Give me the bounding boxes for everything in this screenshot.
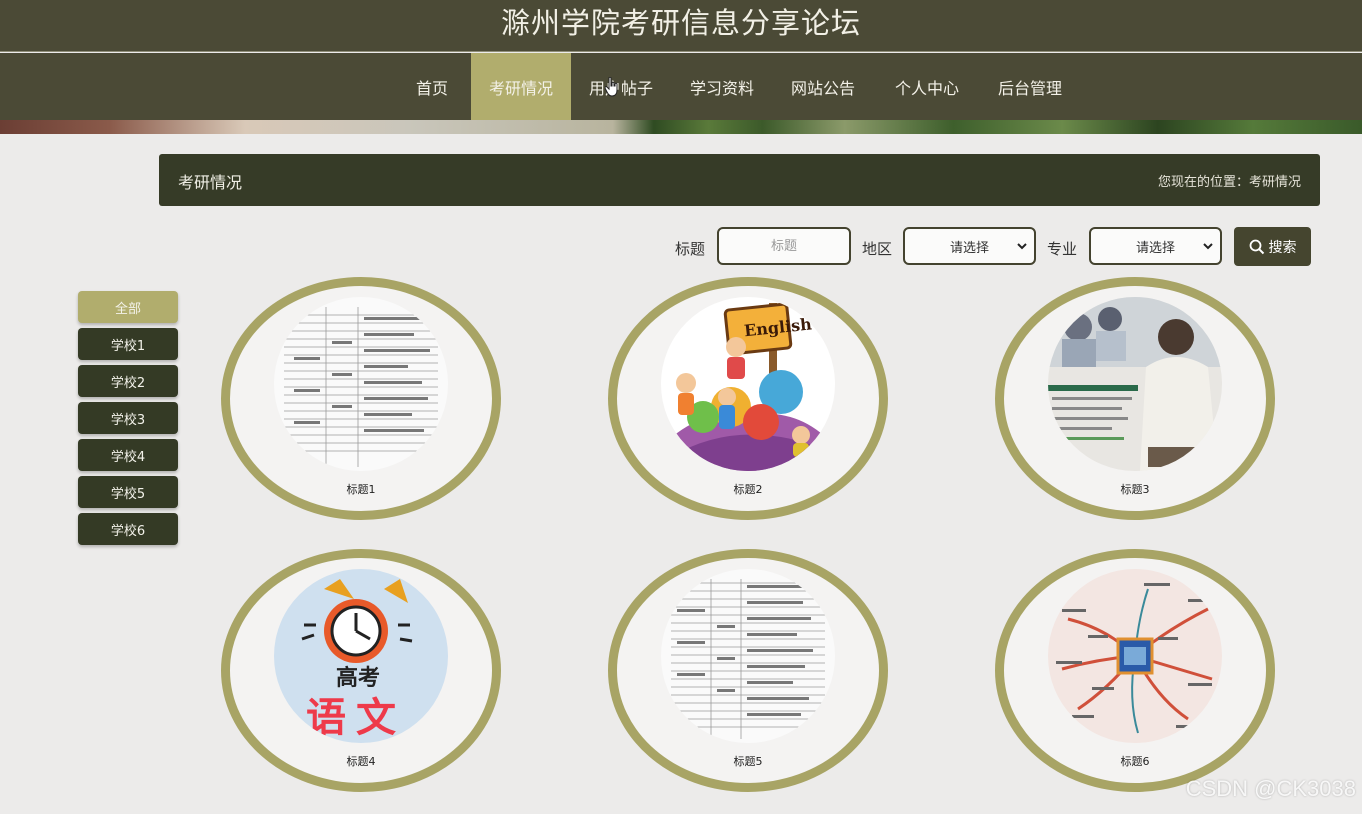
post-card[interactable]: 标题5 xyxy=(608,549,888,792)
region-select[interactable]: 请选择 xyxy=(903,227,1036,265)
search-button[interactable]: 搜索 xyxy=(1234,227,1311,266)
school-sidebar: 全部 学校1 学校2 学校3 学校4 学校5 学校6 xyxy=(78,291,178,550)
sidebar-item-school2[interactable]: 学校2 xyxy=(78,365,178,397)
card-thumbnail xyxy=(661,569,835,743)
title-filter-label: 标题 xyxy=(675,240,706,258)
watermark: CSDN @CK3038 xyxy=(1185,776,1356,801)
post-card[interactable]: 标题1 xyxy=(221,277,501,520)
search-button-label: 搜索 xyxy=(1268,239,1297,256)
post-card[interactable]: 标题3 xyxy=(995,277,1275,520)
sidebar-item-school1[interactable]: 学校1 xyxy=(78,328,178,360)
card-thumbnail: English xyxy=(661,297,835,471)
search-icon xyxy=(1249,239,1264,254)
card-thumbnail: 高考 语文 xyxy=(274,569,448,743)
card-title: 标题4 xyxy=(346,755,376,768)
section-title: 考研情况 xyxy=(178,173,243,192)
major-select-value: 请选择 xyxy=(1135,240,1175,256)
nav-item-profile[interactable]: 个人中心 xyxy=(879,53,975,120)
card-title: 标题6 xyxy=(1120,755,1150,768)
region-select-value: 请选择 xyxy=(949,240,989,256)
sidebar-item-school5[interactable]: 学校5 xyxy=(78,476,178,508)
card-thumbnail xyxy=(1048,297,1222,471)
nav-item-exam-status[interactable]: 考研情况 xyxy=(471,53,571,120)
nav-item-study-materials[interactable]: 学习资料 xyxy=(674,53,770,120)
breadcrumb: 您现在的位置：考研情况 xyxy=(1157,175,1301,190)
sidebar-item-all[interactable]: 全部 xyxy=(78,291,178,323)
chevron-down-icon xyxy=(1017,243,1027,250)
major-select[interactable]: 请选择 xyxy=(1089,227,1222,265)
hand-cursor-icon xyxy=(605,77,618,97)
card-title: 标题2 xyxy=(733,483,763,496)
nav-item-home[interactable]: 首页 xyxy=(400,53,464,120)
section-header: 考研情况 您现在的位置：考研情况 xyxy=(159,154,1320,206)
gaokao-text: 高考 xyxy=(336,665,380,691)
card-title: 标题3 xyxy=(1120,483,1150,496)
nav-item-admin[interactable]: 后台管理 xyxy=(982,53,1078,120)
region-filter-label: 地区 xyxy=(862,240,893,258)
major-filter-label: 专业 xyxy=(1047,240,1078,258)
site-title: 滁州学院考研信息分享论坛 xyxy=(500,5,861,40)
nav-item-user-posts[interactable]: 用户帖子 xyxy=(571,53,671,120)
post-card[interactable]: 标题6 xyxy=(995,549,1275,792)
site-header: 滁州学院考研信息分享论坛 xyxy=(0,0,1362,52)
sidebar-item-school3[interactable]: 学校3 xyxy=(78,402,178,434)
post-card[interactable]: 高考 语文 标题4 xyxy=(221,549,501,792)
chevron-down-icon xyxy=(1203,243,1213,250)
sidebar-item-school4[interactable]: 学校4 xyxy=(78,439,178,471)
sidebar-item-school6[interactable]: 学校6 xyxy=(78,513,178,545)
banner-image xyxy=(0,120,1362,134)
title-search-input[interactable] xyxy=(717,227,851,265)
nav-item-announcements[interactable]: 网站公告 xyxy=(775,53,871,120)
card-title: 标题1 xyxy=(346,483,376,496)
post-card[interactable]: English 标题2 xyxy=(608,277,888,520)
main-nav: 首页 考研情况 用户帖子 学习资料 网站公告 个人中心 后台管理 xyxy=(0,53,1362,120)
card-thumbnail xyxy=(1048,569,1222,743)
card-thumbnail xyxy=(274,297,448,471)
card-title: 标题5 xyxy=(733,755,763,768)
